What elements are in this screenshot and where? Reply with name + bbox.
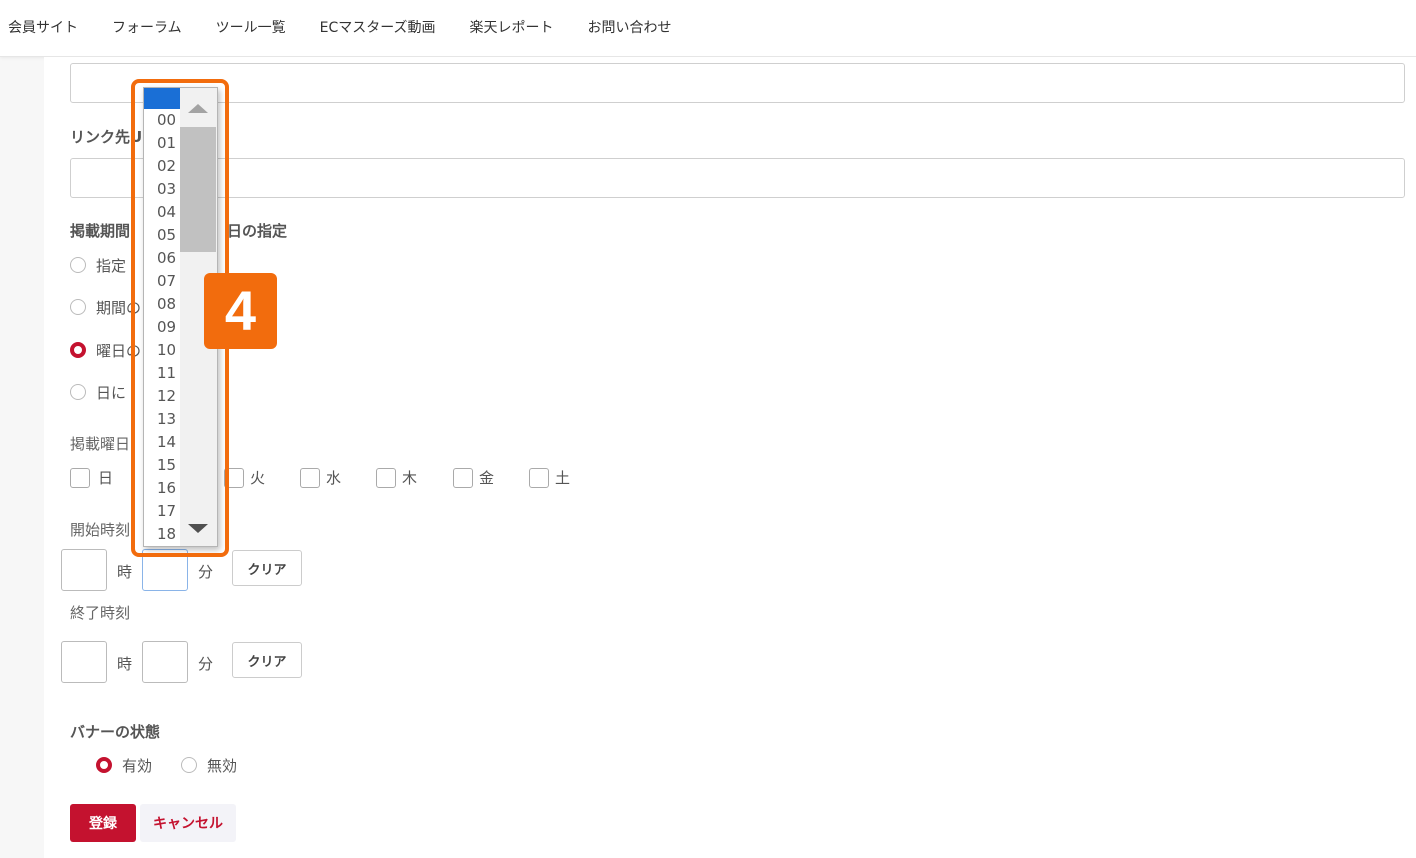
nav-item-rakuten-report[interactable]: 楽天レポート [453,0,571,56]
period-radio-weekday-label: 曜日の [96,342,142,360]
start-time-label: 開始時刻 [70,521,131,539]
dropdown-option[interactable]: 18 [144,523,180,546]
dropdown-option[interactable]: 09 [144,316,180,339]
dropdown-options: 00 01 02 03 04 05 06 07 08 09 10 11 12 13 14 15 16 17 18 [144,88,180,546]
nav-item-tools[interactable]: ツール一覧 [199,0,303,56]
scroll-up-arrow-icon[interactable] [188,104,208,113]
banner-text-input[interactable] [70,63,1405,103]
weekday-sat-label: 土 [555,469,571,487]
step-number-badge: 4 [204,273,277,349]
dropdown-option[interactable]: 11 [144,362,180,385]
dropdown-option[interactable]: 17 [144,500,180,523]
dropdown-option[interactable]: 01 [144,132,180,155]
link-url-input[interactable] [70,158,1405,198]
nav-item-member-site[interactable]: 会員サイト [0,0,95,56]
end-minute-unit: 分 [198,655,214,673]
weekday-sun-label: 日 [98,469,114,487]
period-radio-range-label: 期間の [96,299,142,317]
dropdown-option[interactable]: 03 [144,178,180,201]
weekday-wed-label: 水 [326,469,342,487]
end-minute-select[interactable] [142,641,188,683]
submit-button[interactable]: 登録 [70,804,136,842]
dropdown-option[interactable]: 05 [144,224,180,247]
scroll-thumb[interactable] [180,127,216,252]
dropdown-option-blank[interactable] [144,88,180,109]
period-radio-day[interactable] [70,384,86,400]
top-nav: 会員サイト フォーラム ツール一覧 ECマスターズ動画 楽天レポート お問い合わ… [0,0,1416,57]
weekday-checkbox-tue[interactable] [224,468,244,488]
nav-item-forum[interactable]: フォーラム [95,0,199,56]
weekday-tue-label: 火 [250,469,266,487]
weekday-thu-label: 木 [402,469,418,487]
period-radio-day-label: 日に [96,384,127,402]
end-time-clear-button[interactable]: クリア [232,642,302,678]
dropdown-option[interactable]: 08 [144,293,180,316]
start-hour-unit: 時 [117,563,133,581]
dropdown-option[interactable]: 00 [144,109,180,132]
start-minute-select[interactable] [142,549,188,591]
banner-state-active-label: 有効 [122,757,153,775]
dropdown-option[interactable]: 15 [144,454,180,477]
weekday-checkbox-wed[interactable] [300,468,320,488]
end-hour-select[interactable] [61,641,107,683]
period-radio-none-label: 指定 [96,257,127,275]
dropdown-option[interactable]: 10 [144,339,180,362]
dropdown-option[interactable]: 12 [144,385,180,408]
dropdown-option[interactable]: 13 [144,408,180,431]
banner-state-label: バナーの状態 [70,723,161,741]
weekday-fri-label: 金 [479,469,495,487]
cancel-button[interactable]: キャンセル [140,804,236,842]
dropdown-option[interactable]: 06 [144,247,180,270]
weekday-checkbox-thu[interactable] [376,468,396,488]
weekday-label: 掲載曜日 [70,435,131,453]
start-hour-select[interactable] [61,549,107,591]
nav-item-ec-videos[interactable]: ECマスターズ動画 [303,0,453,56]
weekday-checkbox-sat[interactable] [529,468,549,488]
weekday-checkbox-sun[interactable] [70,468,90,488]
period-radio-range[interactable] [70,299,86,315]
period-label-suffix: 日の指定 [227,222,288,240]
start-minute-unit: 分 [198,563,214,581]
end-hour-unit: 時 [117,655,133,673]
banner-state-radio-active[interactable] [96,757,112,773]
end-time-label: 終了時刻 [70,604,131,622]
dropdown-option[interactable]: 04 [144,201,180,224]
dropdown-option[interactable]: 07 [144,270,180,293]
start-time-clear-button[interactable]: クリア [232,550,302,586]
dropdown-option[interactable]: 16 [144,477,180,500]
dropdown-option[interactable]: 14 [144,431,180,454]
scroll-down-arrow-icon[interactable] [188,524,208,533]
dropdown-option[interactable]: 02 [144,155,180,178]
period-radio-weekday[interactable] [70,342,86,358]
weekday-checkbox-fri[interactable] [453,468,473,488]
banner-state-radio-inactive[interactable] [181,757,197,773]
period-radio-none[interactable] [70,257,86,273]
link-url-label: リンク先U [70,128,143,146]
banner-state-inactive-label: 無効 [207,757,238,775]
nav-item-contact[interactable]: お問い合わせ [571,0,689,56]
period-label: 掲載期間 [70,222,131,240]
